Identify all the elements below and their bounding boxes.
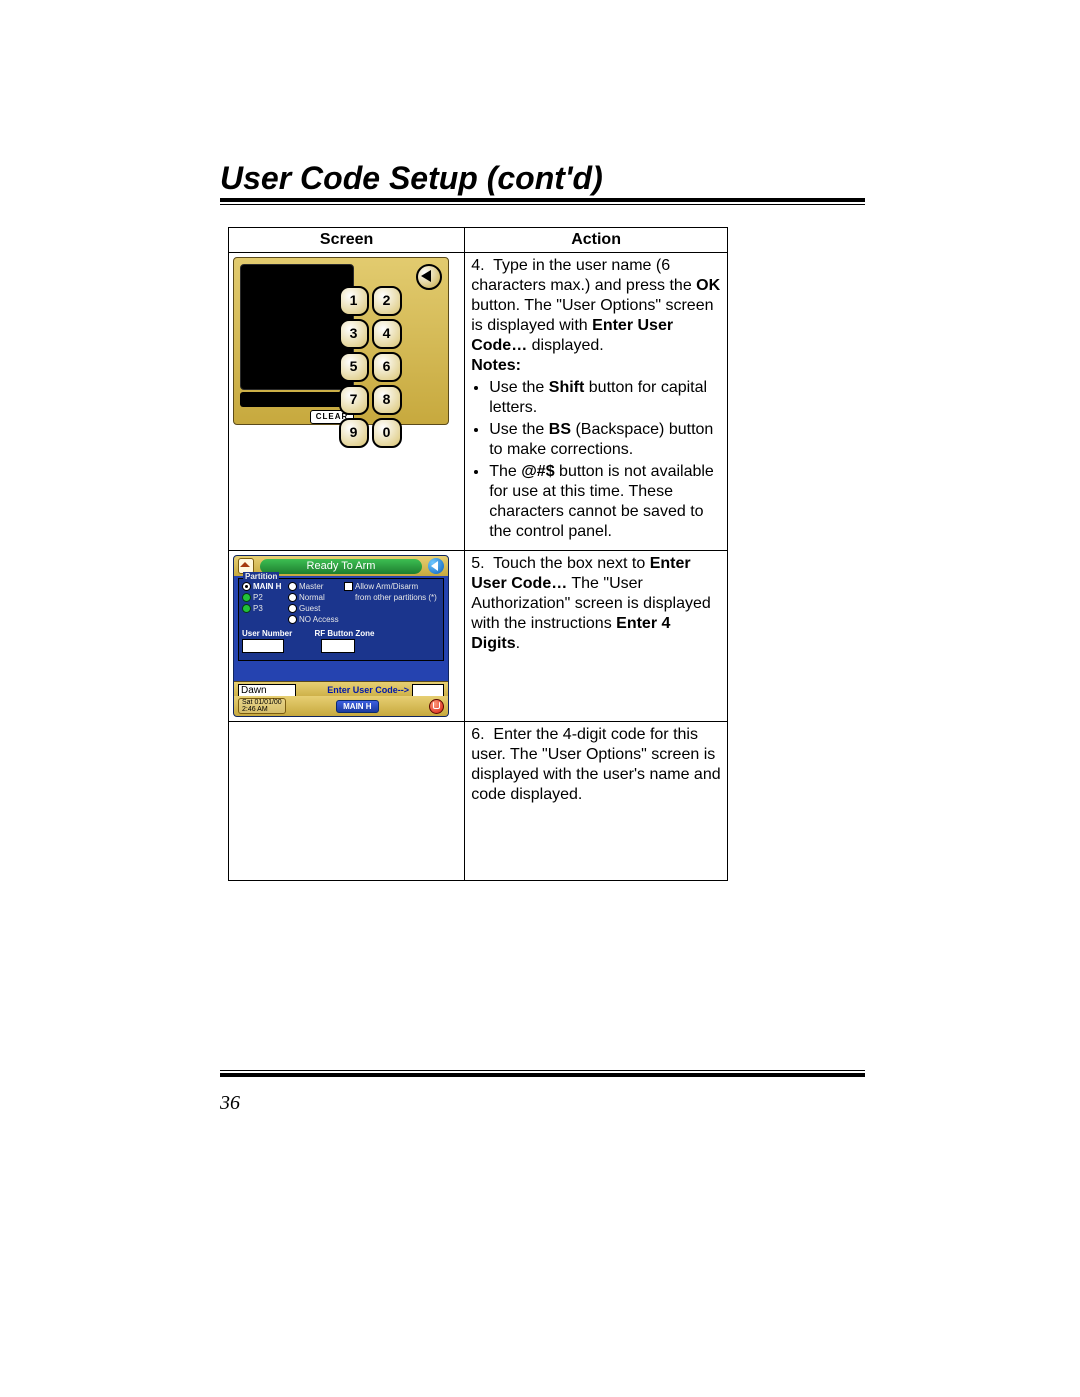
allow-arm-disarm: Allow Arm/Disarm [355, 582, 418, 591]
panic-icon[interactable] [429, 699, 444, 714]
step-number: 4. [471, 257, 484, 274]
key-8[interactable]: 8 [372, 385, 402, 415]
text: . [516, 635, 520, 652]
time-text: 2:46 AM [242, 706, 282, 713]
table-row: Ready To Arm Partition MAIN H P2 P3 [229, 551, 728, 722]
ok-label: OK [696, 277, 720, 294]
status-dot-icon[interactable] [242, 604, 251, 613]
text: Touch the box next to [493, 555, 650, 572]
ready-to-arm-pill[interactable]: Ready To Arm [260, 559, 422, 574]
partition-col: MAIN H P2 P3 [242, 581, 288, 626]
keypad-panel: CLEAR 1 2 3 4 5 6 7 8 9 0 [233, 257, 449, 425]
bs-label: BS [549, 421, 571, 438]
note-item: The @#$ button is not available for use … [489, 462, 721, 542]
action-cell-5: 5. Touch the box next to Enter User Code… [465, 551, 728, 722]
note-item: Use the Shift button for capital letters… [489, 378, 721, 418]
notes-list: Use the Shift button for capital letters… [471, 378, 721, 542]
level-col: Master Normal Guest NO Access [288, 581, 344, 626]
user-auth-panel: Ready To Arm Partition MAIN H P2 P3 [233, 555, 449, 717]
title-rule-thick [220, 198, 865, 202]
text: Type in the user name (6 characters max.… [471, 257, 696, 294]
level-master: Master [299, 582, 323, 591]
rule-thick [220, 1073, 865, 1077]
ua-bottom-bar: Sat 01/01/00 2:46 AM MAIN H [234, 696, 448, 716]
radio-icon[interactable] [288, 593, 297, 602]
text: The [489, 463, 521, 480]
key-1[interactable]: 1 [339, 286, 369, 316]
date-text: Sat 01/01/00 [242, 699, 282, 706]
shift-label: Shift [549, 379, 585, 396]
rule-thin [220, 1070, 865, 1071]
keypad-keys: 1 2 3 4 5 6 7 8 9 0 [326, 286, 414, 448]
partition-p2: P2 [253, 593, 263, 602]
status-dot-icon[interactable] [242, 593, 251, 602]
section-title: User Code Setup (cont'd) [220, 160, 865, 197]
level-normal: Normal [299, 593, 325, 602]
instruction-table: Screen Action CLEAR 1 2 3 4 5 [228, 227, 728, 881]
key-9[interactable]: 9 [339, 418, 369, 448]
partition-main: MAIN H [253, 582, 281, 591]
datetime-badge: Sat 01/01/00 2:46 AM [238, 698, 286, 714]
key-5[interactable]: 5 [339, 352, 369, 382]
checkbox-icon[interactable] [344, 582, 353, 591]
note-item: Use the BS (Backspace) button to make co… [489, 420, 721, 460]
table-header-row: Screen Action [229, 228, 728, 253]
text: Use the [489, 379, 549, 396]
rf-zone-label: RF Button Zone [314, 629, 374, 638]
main-partition-button[interactable]: MAIN H [336, 700, 378, 713]
level-guest: Guest [299, 604, 320, 613]
step-number: 6. [471, 726, 484, 743]
allow-from-other: from other partitions (*) [355, 593, 437, 602]
user-number-row: User Number RF Button Zone [242, 629, 440, 656]
user-number-input[interactable] [242, 639, 284, 653]
key-6[interactable]: 6 [372, 352, 402, 382]
partition-title: Partition [243, 572, 279, 582]
enter-user-code-label: Enter User Code--> [327, 685, 409, 696]
key-0[interactable]: 0 [372, 418, 402, 448]
page-number: 36 [220, 1092, 240, 1115]
radio-icon[interactable] [288, 582, 297, 591]
allow-col: Allow Arm/Disarm from other partitions (… [344, 581, 424, 626]
user-number-label: User Number [242, 629, 292, 638]
table-row: 6. Enter the 4-digit code for this user.… [229, 722, 728, 881]
notes-label: Notes: [471, 357, 521, 374]
title-rule-thin [220, 204, 865, 205]
action-cell-6: 6. Enter the 4-digit code for this user.… [465, 722, 728, 881]
screen-cell-empty [229, 722, 465, 881]
radio-icon[interactable] [288, 615, 297, 624]
action-cell-4: 4. Type in the user name (6 characters m… [465, 253, 728, 551]
bottom-rule [220, 1070, 865, 1085]
radio-icon[interactable] [288, 604, 297, 613]
partition-p3: P3 [253, 604, 263, 613]
partition-group: Partition MAIN H P2 P3 Master Normal [238, 578, 444, 661]
back-icon[interactable] [428, 558, 444, 574]
screen-cell-user-auth: Ready To Arm Partition MAIN H P2 P3 [229, 551, 465, 722]
manual-page: User Code Setup (cont'd) Screen Action C… [0, 0, 1080, 1397]
key-7[interactable]: 7 [339, 385, 369, 415]
header-screen: Screen [229, 228, 465, 253]
screen-cell-keypad: CLEAR 1 2 3 4 5 6 7 8 9 0 [229, 253, 465, 551]
level-noaccess: NO Access [299, 615, 339, 624]
radio-icon[interactable] [242, 582, 251, 591]
symbols-label: @#$ [521, 463, 554, 480]
back-arrow-icon[interactable] [416, 264, 442, 290]
key-3[interactable]: 3 [339, 319, 369, 349]
table-row: CLEAR 1 2 3 4 5 6 7 8 9 0 4 [229, 253, 728, 551]
step-number: 5. [471, 555, 484, 572]
header-action: Action [465, 228, 728, 253]
ua-body: Partition MAIN H P2 P3 Master Normal [234, 576, 448, 682]
key-2[interactable]: 2 [372, 286, 402, 316]
text: Use the [489, 421, 549, 438]
key-4[interactable]: 4 [372, 319, 402, 349]
text: Enter the 4-digit code for this user. Th… [471, 726, 720, 803]
rf-zone-input[interactable] [321, 639, 355, 653]
text: displayed. [527, 337, 604, 354]
